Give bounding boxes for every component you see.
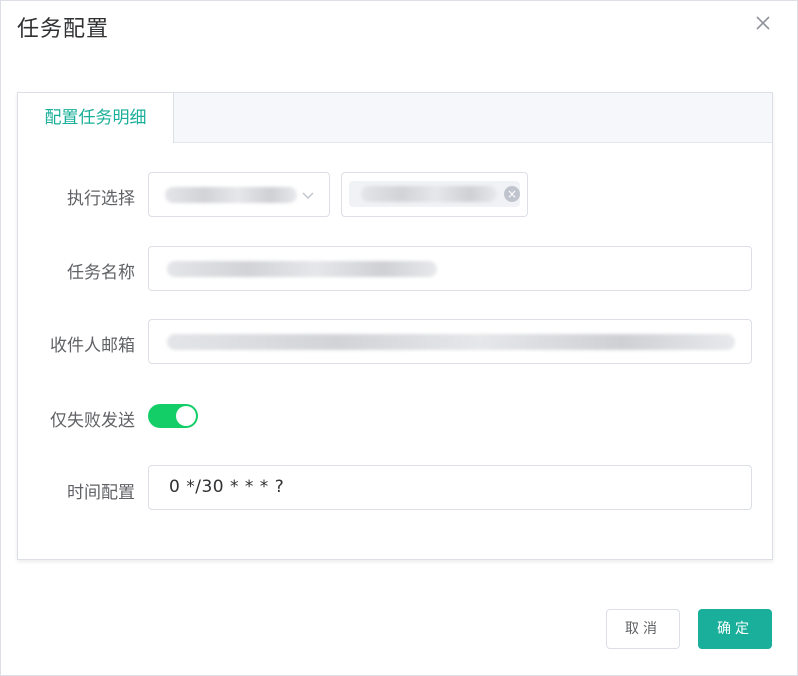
tab-task-detail[interactable]: 配置任务明细: [18, 93, 174, 143]
redacted-value: [165, 187, 297, 203]
cron-input[interactable]: 0 */30 * * * ?: [148, 465, 752, 510]
exec-type-select[interactable]: [148, 172, 330, 217]
redacted-value: [361, 186, 497, 202]
cron-value: 0 */30 * * * ?: [169, 477, 285, 497]
exec-target-select[interactable]: ×: [341, 172, 528, 217]
task-name-label: 任务名称: [67, 263, 135, 283]
task-name-input[interactable]: [148, 246, 752, 291]
selected-tag: ×: [349, 181, 520, 207]
fail-only-label: 仅失败发送: [50, 411, 135, 431]
chevron-down-icon: [301, 187, 315, 206]
dialog-title: 任务配置: [17, 17, 110, 42]
circle-close-icon[interactable]: ×: [504, 186, 520, 202]
cron-label: 时间配置: [67, 483, 135, 503]
tab-header: 配置任务明细: [18, 93, 772, 143]
redacted-value: [167, 334, 735, 350]
recipient-email-input[interactable]: [148, 319, 752, 364]
task-config-dialog: 任务配置 配置任务明细 执行选择 × 任务名称 收件人邮箱 仅失败发送 时间配置…: [0, 0, 798, 676]
email-label: 收件人邮箱: [50, 336, 135, 356]
cancel-button[interactable]: 取消: [606, 609, 680, 649]
exec-label: 执行选择: [67, 189, 135, 209]
fail-only-switch[interactable]: [148, 404, 198, 428]
close-icon[interactable]: [753, 13, 773, 33]
redacted-value: [167, 261, 437, 277]
confirm-button[interactable]: 确定: [698, 609, 772, 649]
switch-knob: [176, 406, 196, 426]
